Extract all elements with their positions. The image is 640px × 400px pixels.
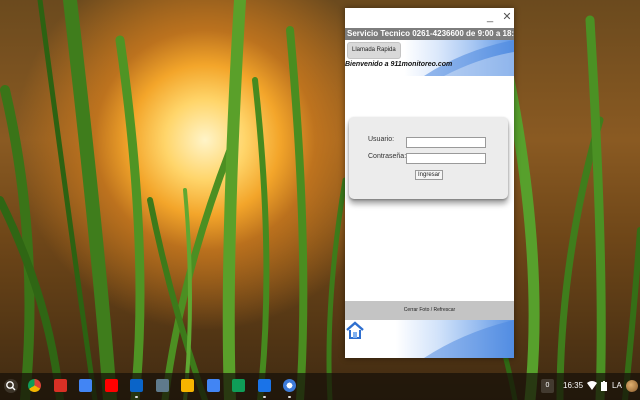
status-tray[interactable]: 16:35 LA bbox=[560, 378, 638, 394]
running-indicator bbox=[288, 396, 291, 398]
wifi-icon bbox=[587, 381, 597, 390]
wave-decoration-icon bbox=[424, 320, 514, 358]
youtube-icon[interactable] bbox=[104, 379, 118, 392]
app-window: _ ✕ Servicio Tecnico 0261-4236600 de 9:0… bbox=[345, 8, 514, 358]
google-search-icon[interactable] bbox=[79, 379, 92, 392]
close-photo-refresh-link[interactable]: Cerrar Foto / Refrescar bbox=[345, 301, 514, 320]
monitoreo-app-icon[interactable] bbox=[283, 379, 296, 392]
user-avatar bbox=[626, 380, 638, 392]
top-banner: Llamada Rapida Bienvenido a 911monitoreo… bbox=[345, 40, 514, 76]
clock-time: 16:35 bbox=[563, 381, 584, 390]
minimize-button[interactable]: _ bbox=[483, 10, 497, 24]
home-logo-icon[interactable] bbox=[345, 320, 365, 340]
support-phone-bar: Servicio Tecnico 0261-4236600 de 9:00 a … bbox=[345, 28, 514, 40]
welcome-text: Bienvenido a 911monitoreo.com bbox=[345, 61, 453, 68]
login-panel: Usuario: Contraseña: Ingresar bbox=[349, 117, 508, 199]
taskbar-shelf: 0 16:35 LA bbox=[0, 373, 640, 400]
input-language: LA bbox=[612, 381, 622, 390]
username-input[interactable] bbox=[406, 137, 486, 148]
keep-icon[interactable] bbox=[181, 379, 194, 392]
running-indicator bbox=[262, 396, 266, 398]
gmail-icon[interactable] bbox=[53, 379, 67, 392]
docs-icon[interactable] bbox=[206, 379, 220, 392]
close-button[interactable]: ✕ bbox=[500, 10, 514, 24]
bottom-banner bbox=[345, 320, 514, 358]
password-label: Contraseña: bbox=[368, 153, 407, 160]
search-icon bbox=[6, 381, 16, 391]
grass-blades-illustration bbox=[0, 0, 640, 400]
outlook-icon[interactable] bbox=[130, 379, 143, 392]
sheets-icon[interactable] bbox=[232, 379, 245, 392]
wave-decoration-icon bbox=[424, 40, 514, 76]
desktop-wallpaper bbox=[0, 0, 640, 400]
battery-icon bbox=[601, 381, 607, 391]
username-label: Usuario: bbox=[368, 136, 395, 143]
chrome-icon[interactable] bbox=[28, 379, 41, 392]
app-grid-icon[interactable] bbox=[155, 379, 169, 392]
running-indicator bbox=[135, 396, 138, 398]
password-input[interactable] bbox=[406, 153, 486, 164]
launcher-button[interactable] bbox=[4, 379, 18, 393]
login-submit-button[interactable]: Ingresar bbox=[415, 170, 443, 180]
files-icon[interactable] bbox=[257, 379, 271, 392]
window-titlebar[interactable]: _ ✕ bbox=[345, 8, 514, 28]
quick-call-button[interactable]: Llamada Rapida bbox=[347, 42, 401, 59]
notification-counter[interactable]: 0 bbox=[541, 379, 554, 393]
